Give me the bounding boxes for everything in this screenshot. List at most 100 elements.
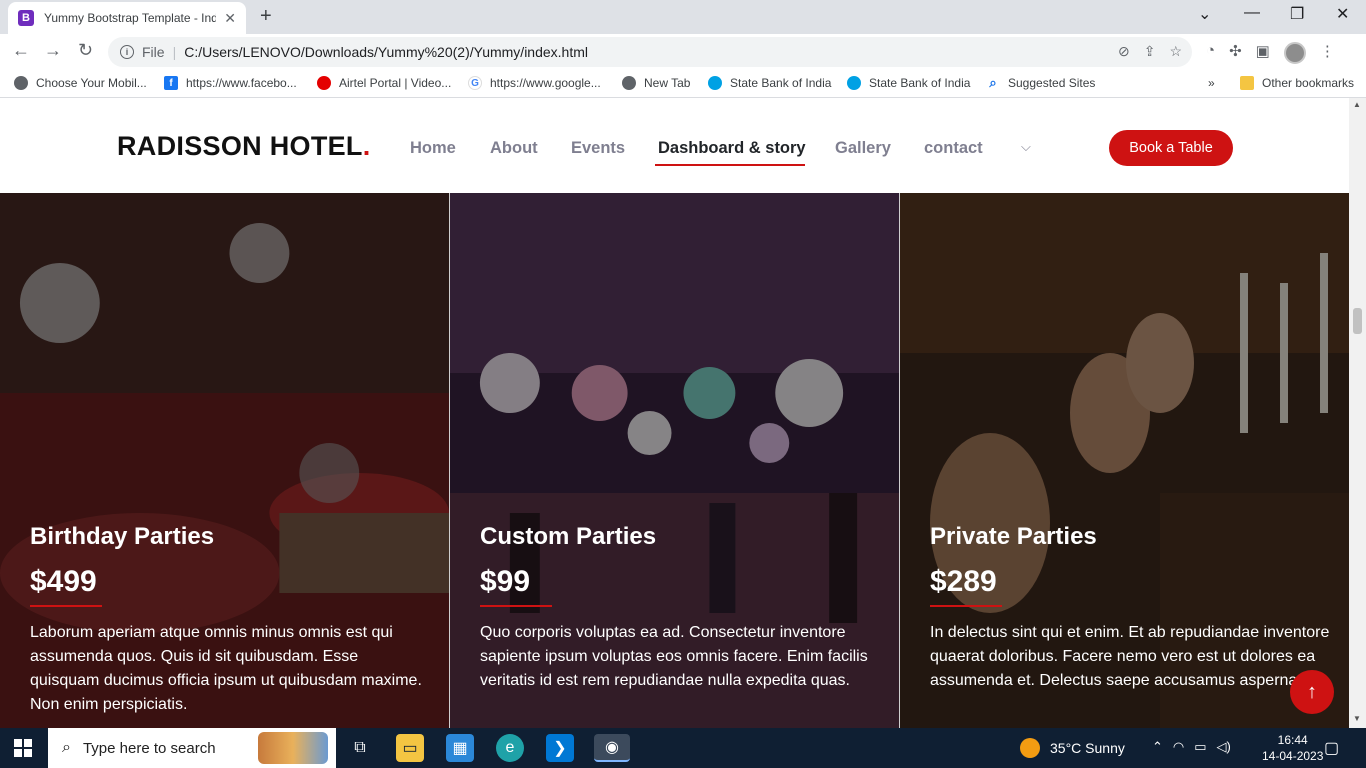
file-explorer-icon[interactable]: ▭ xyxy=(396,734,424,762)
info-icon[interactable]: i xyxy=(120,45,134,59)
web-page: RADISSON HOTEL. Home About Events Dashbo… xyxy=(0,98,1349,728)
tab-search-icon[interactable]: ⌄ xyxy=(1198,4,1211,24)
bookmark-item[interactable]: ⌕ Suggested Sites xyxy=(986,75,1095,90)
event-content: Birthday Parties $499 Laborum aperiam at… xyxy=(30,523,430,717)
price-underline xyxy=(930,605,1002,607)
browser-toolbar: ← → ↻ i File | C:/Users/LENOVO/Downloads… xyxy=(0,34,1366,70)
event-title: Birthday Parties xyxy=(30,523,215,550)
taskbar-search[interactable]: ⌕ Type here to search xyxy=(48,728,336,768)
globe-icon xyxy=(622,76,636,90)
back-button[interactable]: ← xyxy=(12,40,30,61)
price-underline xyxy=(480,605,552,607)
close-window-button[interactable]: ✕ xyxy=(1336,4,1349,24)
event-price: $99 xyxy=(480,565,531,598)
share-icon[interactable]: ⇪ xyxy=(1144,43,1156,60)
folder-icon xyxy=(1240,76,1254,90)
chrome-icon[interactable]: ◉ xyxy=(594,734,630,762)
address-bar[interactable]: i File | C:/Users/LENOVO/Downloads/Yummy… xyxy=(108,37,1192,67)
windows-start-icon[interactable] xyxy=(14,739,32,757)
bookmark-item[interactable]: Choose Your Mobil... xyxy=(14,76,147,90)
clock-time: 16:44 xyxy=(1277,733,1308,747)
store-icon[interactable]: ▦ xyxy=(446,734,474,762)
other-bookmarks[interactable]: Other bookmarks xyxy=(1240,76,1354,90)
nav-home[interactable]: Home xyxy=(410,139,456,158)
search-highlight-art xyxy=(258,732,328,764)
file-label: File xyxy=(142,44,165,60)
minimize-button[interactable]: — xyxy=(1244,4,1260,22)
search-icon: ⌕ xyxy=(62,739,71,756)
facebook-icon: f xyxy=(164,76,178,90)
search-icon: ⌕ xyxy=(986,75,1000,90)
new-tab-button[interactable]: + xyxy=(260,5,272,28)
nav-about[interactable]: About xyxy=(490,139,538,158)
event-description: Laborum aperiam atque omnis minus omnis … xyxy=(30,624,422,713)
page-scrollbar[interactable]: ▲ ▼ xyxy=(1349,98,1366,728)
sun-icon xyxy=(1020,738,1040,758)
bookmark-item[interactable]: Ghttps://www.google... xyxy=(468,76,601,90)
active-nav-underline xyxy=(655,164,805,166)
star-icon[interactable]: ☆ xyxy=(1169,43,1182,60)
edge-icon[interactable]: e xyxy=(496,734,524,762)
avatar[interactable] xyxy=(1283,42,1306,64)
scroll-to-top-button[interactable]: ↑ xyxy=(1290,670,1334,714)
event-content: Custom Parties $99 Quo corporis voluptas… xyxy=(480,523,880,693)
event-card[interactable]: Custom Parties $99 Quo corporis voluptas… xyxy=(450,193,900,728)
nav-gallery[interactable]: Gallery xyxy=(835,139,891,158)
scroll-thumb[interactable] xyxy=(1353,308,1362,334)
restore-button[interactable]: ❐ xyxy=(1290,4,1304,24)
sidebar-icon[interactable]: ▣ xyxy=(1256,42,1270,64)
extensions-icon[interactable]: ✣ xyxy=(1229,42,1242,64)
event-content: Private Parties $289 In delectus sint qu… xyxy=(930,523,1330,693)
clock-date: 14-04-2023 xyxy=(1262,749,1324,763)
task-view-icon[interactable]: ⧉ xyxy=(346,734,374,762)
bookmark-item[interactable]: State Bank of India xyxy=(847,76,970,90)
nav-events[interactable]: Events xyxy=(571,139,625,158)
weather-widget[interactable]: 35°C Sunny xyxy=(1020,738,1125,758)
weather-text: 35°C Sunny xyxy=(1050,740,1125,756)
scroll-down-arrow[interactable]: ▼ xyxy=(1353,714,1361,723)
event-card[interactable]: Private Parties $289 In delectus sint qu… xyxy=(900,193,1349,728)
battery-icon[interactable]: ▭ xyxy=(1194,739,1206,755)
sbi-icon xyxy=(708,76,722,90)
bookmark-item[interactable]: Airtel Portal | Video... xyxy=(317,76,451,90)
event-title: Private Parties xyxy=(930,523,1097,550)
price-underline xyxy=(30,605,102,607)
bookmark-item[interactable]: f https://www.facebo... xyxy=(164,76,297,90)
bookmarks-bar: Choose Your Mobil... f https://www.facebo… xyxy=(0,70,1366,98)
site-logo[interactable]: RADISSON HOTEL. xyxy=(117,131,371,162)
event-price: $499 xyxy=(30,565,97,598)
bookmark-item[interactable]: New Tab xyxy=(622,76,690,90)
url-text[interactable]: C:/Users/LENOVO/Downloads/Yummy%20(2)/Yu… xyxy=(184,44,588,60)
tab-title: Yummy Bootstrap Template - Index xyxy=(44,11,216,25)
menu-icon[interactable]: ⋮ xyxy=(1320,42,1335,64)
chevron-down-icon[interactable]: ⌵ xyxy=(1021,139,1031,155)
nav-contact[interactable]: contact xyxy=(924,139,983,158)
bookmark-item[interactable]: State Bank of India xyxy=(708,76,831,90)
browser-tab[interactable]: B Yummy Bootstrap Template - Index ✕ xyxy=(8,2,246,34)
book-a-table-button[interactable]: Book a Table xyxy=(1109,130,1233,166)
event-card[interactable]: Birthday Parties $499 Laborum aperiam at… xyxy=(0,193,450,728)
arrow-up-icon: ↑ xyxy=(1307,680,1317,703)
bootstrap-icon: B xyxy=(18,10,34,26)
notification-icon[interactable]: ▢ xyxy=(1324,738,1339,758)
eye-off-icon[interactable]: ⊘ xyxy=(1118,43,1130,60)
forward-button[interactable]: → xyxy=(44,40,62,61)
event-description: In delectus sint qui et enim. Et ab repu… xyxy=(930,624,1330,689)
taskbar: ⌕ Type here to search ⧉ ▭ ▦ e ❯ ◉ 35°C S… xyxy=(0,728,1366,768)
event-title: Custom Parties xyxy=(480,523,657,550)
chevron-up-icon[interactable]: ⌃ xyxy=(1152,739,1163,755)
wifi-icon[interactable]: ◠ xyxy=(1173,739,1184,755)
performance-icon[interactable]: ◔ xyxy=(1206,42,1215,64)
close-icon[interactable]: ✕ xyxy=(224,10,236,27)
volume-icon[interactable]: ◁) xyxy=(1217,739,1231,755)
events-section: Birthday Parties $499 Laborum aperiam at… xyxy=(0,193,1349,728)
vscode-icon[interactable]: ❯ xyxy=(546,734,574,762)
omnibox-separator: | xyxy=(172,44,177,60)
nav-dashboard-story[interactable]: Dashboard & story xyxy=(658,139,806,158)
globe-icon xyxy=(14,76,28,90)
clock[interactable]: 16:44 14-04-2023 xyxy=(1262,732,1323,764)
scroll-up-arrow[interactable]: ▲ xyxy=(1353,100,1361,109)
more-bookmarks-icon[interactable]: » xyxy=(1208,76,1215,90)
site-header: RADISSON HOTEL. Home About Events Dashbo… xyxy=(0,98,1349,193)
reload-button[interactable]: ↻ xyxy=(78,40,93,61)
